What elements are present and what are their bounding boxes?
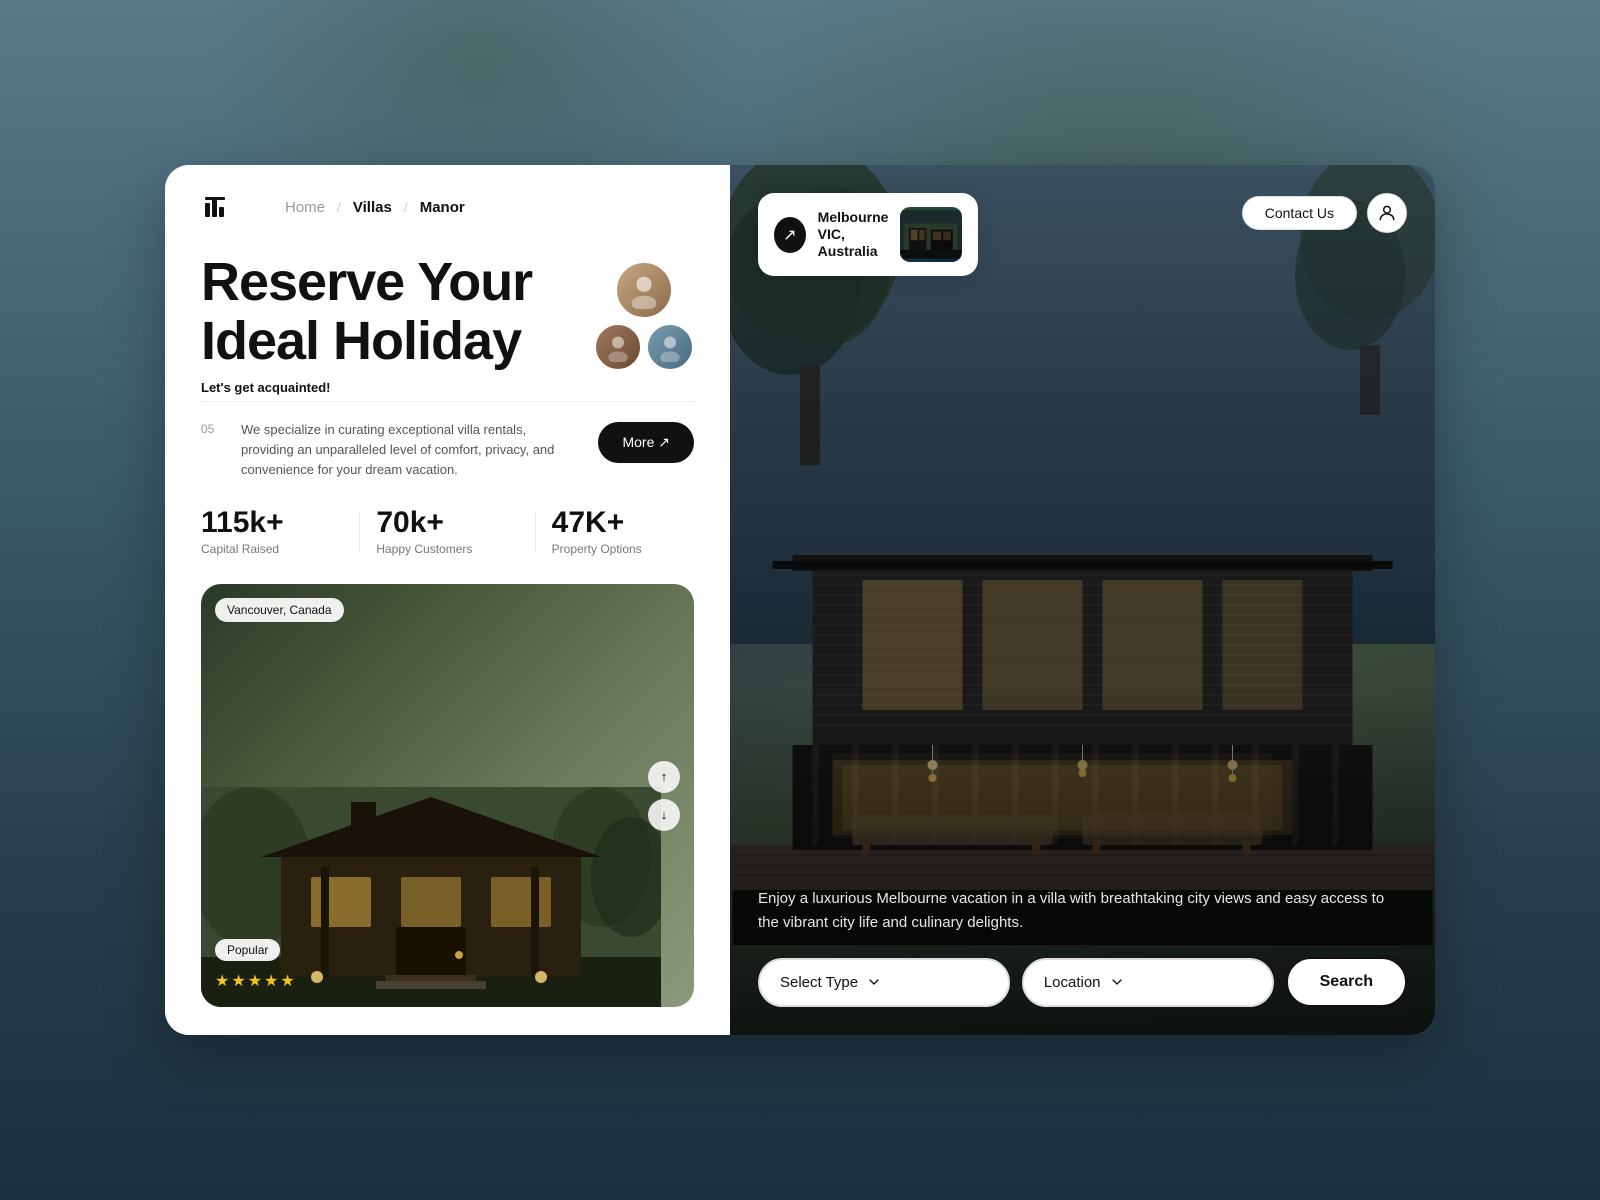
avatar-stack xyxy=(594,261,694,371)
star-2: ★ xyxy=(231,971,245,991)
stat-capital-label: Capital Raised xyxy=(201,542,343,556)
location-label: Location xyxy=(1044,974,1101,991)
stat-customers-value: 70k+ xyxy=(376,508,518,538)
hero-section: Reserve Your Ideal Holiday xyxy=(201,253,694,372)
nav-sep-1: / xyxy=(337,199,341,215)
location-button[interactable]: Location xyxy=(1022,958,1274,1007)
next-arrow[interactable]: ↓ xyxy=(648,799,680,831)
main-card: Home / Villas / Manor Reserve Your Ideal… xyxy=(165,165,1435,1035)
nav-links: Home / Villas / Manor xyxy=(277,199,473,216)
avatar-2 xyxy=(594,323,642,371)
divider xyxy=(201,401,694,402)
avatar-row xyxy=(594,323,694,371)
desc-text: We specialize in curating exceptional vi… xyxy=(241,420,578,480)
stats-row: 115k+ Capital Raised 70k+ Happy Customer… xyxy=(201,508,694,556)
prev-arrow[interactable]: ↑ xyxy=(648,761,680,793)
mel-thumb-inner xyxy=(900,207,962,262)
property-location: Vancouver, Canada xyxy=(215,598,344,622)
navbar: Home / Villas / Manor xyxy=(201,193,694,221)
popular-badge: Popular xyxy=(215,939,280,961)
select-type-label: Select Type xyxy=(780,974,858,991)
left-panel: Home / Villas / Manor Reserve Your Ideal… xyxy=(165,165,730,1035)
hero-title: Reserve Your Ideal Holiday xyxy=(201,253,578,372)
avatar-3 xyxy=(646,323,694,371)
star-4: ★ xyxy=(264,971,278,991)
right-header: Contact Us xyxy=(1242,193,1407,233)
bottom-desc-text: Enjoy a luxurious Melbourne vacation in … xyxy=(758,887,1407,935)
bottom-description: Enjoy a luxurious Melbourne vacation in … xyxy=(758,887,1407,935)
melbourne-card: ↗ Melbourne VIC,Australia xyxy=(758,193,978,276)
search-button[interactable]: Search xyxy=(1286,957,1407,1007)
star-1: ★ xyxy=(215,971,229,991)
nav-sep-2: / xyxy=(404,199,408,215)
subtitle: Let's get acquainted! xyxy=(201,380,694,395)
more-button[interactable]: More ↗ xyxy=(598,422,694,463)
melbourne-title: Melbourne VIC,Australia xyxy=(818,209,889,259)
nav-manor[interactable]: Manor xyxy=(412,199,473,216)
nav-home[interactable]: Home xyxy=(277,199,333,216)
avatar-1 xyxy=(615,261,673,319)
stat-capital-value: 115k+ xyxy=(201,508,343,538)
stat-customers: 70k+ Happy Customers xyxy=(376,508,518,556)
chevron-down-icon xyxy=(866,974,882,990)
desc-number: 05 xyxy=(201,420,221,436)
nav-arrows: ↑ ↓ xyxy=(648,761,680,831)
star-3: ★ xyxy=(248,971,262,991)
stat-div-2 xyxy=(535,512,536,552)
melbourne-arrow[interactable]: ↗ xyxy=(774,217,806,253)
house-illustration xyxy=(730,445,1435,945)
select-type-button[interactable]: Select Type xyxy=(758,958,1010,1007)
melbourne-thumbnail xyxy=(900,207,962,262)
melbourne-info: Melbourne VIC,Australia xyxy=(818,209,889,259)
search-bar: Select Type Location Search xyxy=(758,957,1407,1007)
stat-div-1 xyxy=(359,512,360,552)
logo xyxy=(201,193,229,221)
property-card: Vancouver, Canada xyxy=(201,584,694,1007)
nav-villas[interactable]: Villas xyxy=(345,199,400,216)
stat-properties-value: 47K+ xyxy=(552,508,694,538)
stat-properties: 47K+ Property Options xyxy=(552,508,694,556)
right-panel: ↗ Melbourne VIC,Australia xyxy=(730,165,1435,1035)
user-icon-button[interactable] xyxy=(1367,193,1407,233)
stat-customers-label: Happy Customers xyxy=(376,542,518,556)
location-chevron-icon xyxy=(1109,974,1125,990)
stat-capital: 115k+ Capital Raised xyxy=(201,508,343,556)
stars-row: ★ ★ ★ ★ ★ xyxy=(215,971,295,991)
star-5: ★ xyxy=(280,971,294,991)
stat-properties-label: Property Options xyxy=(552,542,694,556)
desc-row: 05 We specialize in curating exceptional… xyxy=(201,420,694,480)
contact-button[interactable]: Contact Us xyxy=(1242,196,1357,230)
